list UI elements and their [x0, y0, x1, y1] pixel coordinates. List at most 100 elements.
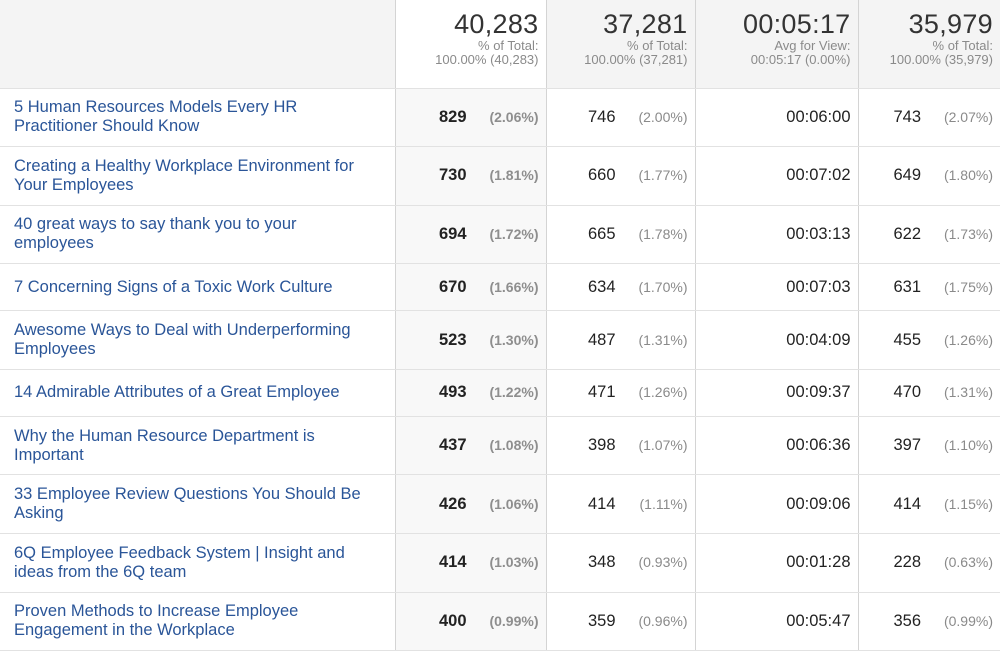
- metric-2-cell: 359 (0.96%): [546, 592, 696, 652]
- metric-4-percent: (2.07%): [943, 108, 993, 125]
- metric-3-value: 00:04:09: [786, 330, 851, 349]
- page-title-cell: 5 Human Resources Models Every HR Practi…: [0, 88, 396, 148]
- table-row: 6Q Employee Feedback System | Insight an…: [0, 533, 1000, 593]
- metric-2-cell: 471 (1.26%): [546, 369, 696, 417]
- summary-metric-3: 00:05:17 Avg for View: 00:05:17 (0.00%): [695, 0, 859, 89]
- metric-1-percent: (1.30%): [489, 331, 539, 348]
- page-title-link[interactable]: Awesome Ways to Deal with Underperformin…: [14, 321, 351, 358]
- metric-2-percent: (0.96%): [638, 612, 688, 629]
- metric-1-percent: (1.22%): [489, 384, 539, 401]
- page-title-link[interactable]: 6Q Employee Feedback System | Insight an…: [14, 544, 345, 581]
- summary-detail: 00:05:17 (0.00%): [750, 52, 851, 67]
- metric-2-percent: (1.70%): [638, 278, 688, 295]
- metric-2-cell: 634 (1.70%): [546, 263, 696, 312]
- metric-1-percent: (1.66%): [489, 278, 539, 295]
- page-title-cell: 6Q Employee Feedback System | Insight an…: [0, 533, 396, 593]
- page-title-link[interactable]: Why the Human Resource Department is Imp…: [14, 427, 315, 464]
- metric-4-value: 397: [893, 436, 921, 455]
- metric-2-value: 414: [587, 494, 616, 513]
- metric-1-value: 437: [438, 436, 467, 455]
- metric-4-cell: 414 (1.15%): [858, 474, 1000, 535]
- metric-3-value: 00:03:13: [786, 224, 851, 243]
- metric-4-value: 743: [893, 107, 921, 126]
- metric-1-value: 694: [438, 224, 467, 243]
- metric-3-value: 00:06:00: [786, 107, 851, 126]
- metric-1-cell: 414 (1.03%): [395, 533, 547, 593]
- metric-2-value: 746: [587, 107, 616, 126]
- metric-4-percent: (1.26%): [943, 331, 993, 348]
- metric-4-cell: 455 (1.26%): [858, 310, 1000, 370]
- metric-2-percent: (2.00%): [638, 108, 688, 125]
- metric-4-value: 228: [893, 553, 921, 572]
- metric-3-cell: 00:04:09: [695, 310, 859, 370]
- metric-1-cell: 426 (1.06%): [395, 474, 547, 535]
- metric-1-percent: (1.03%): [489, 554, 539, 571]
- page-title-link[interactable]: 5 Human Resources Models Every HR Practi…: [14, 98, 297, 135]
- table-row: Why the Human Resource Department is Imp…: [0, 416, 1000, 476]
- metric-2-cell: 487 (1.31%): [546, 310, 696, 370]
- metric-1-cell: 829 (2.06%): [395, 88, 547, 148]
- metric-2-cell: 665 (1.78%): [546, 205, 696, 265]
- metric-3-value: 00:01:28: [786, 553, 851, 572]
- metric-3-cell: 00:06:00: [695, 88, 859, 148]
- table-row: 33 Employee Review Questions You Should …: [0, 474, 1000, 535]
- summary-detail: 100.00% (40,283): [435, 52, 539, 67]
- metric-2-cell: 348 (0.93%): [546, 533, 696, 593]
- metric-2-value: 665: [587, 224, 616, 243]
- page-title-link[interactable]: 33 Employee Review Questions You Should …: [14, 485, 361, 522]
- metric-4-value: 455: [893, 330, 921, 349]
- metric-1-percent: (0.99%): [489, 612, 539, 629]
- page-title-cell: 33 Employee Review Questions You Should …: [0, 474, 396, 535]
- metric-2-percent: (1.78%): [638, 225, 688, 242]
- metric-1-value: 426: [438, 494, 467, 513]
- metric-1-value: 414: [438, 553, 467, 572]
- metric-2-percent: (0.93%): [638, 554, 688, 571]
- metric-4-cell: 397 (1.10%): [858, 416, 1000, 476]
- metric-1-cell: 400 (0.99%): [395, 592, 547, 652]
- summary-total: 35,979: [908, 9, 993, 39]
- metric-1-percent: (2.06%): [489, 108, 539, 125]
- metric-2-value: 471: [587, 383, 616, 402]
- metric-2-percent: (1.31%): [638, 331, 688, 348]
- metric-1-value: 400: [438, 611, 467, 630]
- summary-metric-4: 35,979 % of Total: 100.00% (35,979): [858, 0, 1000, 89]
- metric-1-cell: 670 (1.66%): [395, 263, 547, 312]
- summary-label: Avg for View:: [774, 38, 851, 53]
- page-title-link[interactable]: 14 Admirable Attributes of a Great Emplo…: [14, 383, 340, 401]
- page-title-cell: 7 Concerning Signs of a Toxic Work Cultu…: [0, 263, 396, 312]
- metric-1-cell: 730 (1.81%): [395, 146, 547, 206]
- metric-4-percent: (1.31%): [943, 384, 993, 401]
- metric-4-cell: 470 (1.31%): [858, 369, 1000, 417]
- page-title-link[interactable]: 40 great ways to say thank you to your e…: [14, 215, 297, 252]
- metric-4-percent: (1.10%): [943, 437, 993, 454]
- metric-3-cell: 00:05:47: [695, 592, 859, 652]
- metric-2-percent: (1.77%): [638, 167, 688, 184]
- summary-metric-2: 37,281 % of Total: 100.00% (37,281): [546, 0, 696, 89]
- metric-4-cell: 631 (1.75%): [858, 263, 1000, 312]
- table-row: Creating a Healthy Workplace Environment…: [0, 146, 1000, 206]
- page-title-cell: 14 Admirable Attributes of a Great Emplo…: [0, 369, 396, 417]
- page-title-cell: Why the Human Resource Department is Imp…: [0, 416, 396, 476]
- metric-1-cell: 437 (1.08%): [395, 416, 547, 476]
- page-title-cell: 40 great ways to say thank you to your e…: [0, 205, 396, 265]
- page-title-link[interactable]: Proven Methods to Increase Employee Enga…: [14, 602, 298, 639]
- metric-2-cell: 746 (2.00%): [546, 88, 696, 148]
- metric-4-cell: 649 (1.80%): [858, 146, 1000, 206]
- summary-total: 00:05:17: [743, 9, 851, 39]
- metric-2-cell: 414 (1.11%): [546, 474, 696, 535]
- metric-3-cell: 00:07:02: [695, 146, 859, 206]
- metric-4-percent: (1.80%): [943, 167, 993, 184]
- metric-3-cell: 00:09:37: [695, 369, 859, 417]
- table-row: 40 great ways to say thank you to your e…: [0, 205, 1000, 265]
- page-title-link[interactable]: 7 Concerning Signs of a Toxic Work Cultu…: [14, 278, 333, 296]
- metric-1-percent: (1.81%): [489, 167, 539, 184]
- metric-2-value: 660: [587, 166, 616, 185]
- metric-2-cell: 398 (1.07%): [546, 416, 696, 476]
- metric-4-percent: (1.75%): [943, 278, 993, 295]
- summary-total: 37,281: [603, 9, 688, 39]
- page-title-link[interactable]: Creating a Healthy Workplace Environment…: [14, 157, 354, 194]
- dimension-header: [0, 0, 396, 89]
- metric-2-value: 634: [587, 277, 616, 296]
- metric-4-cell: 228 (0.63%): [858, 533, 1000, 593]
- metric-4-percent: (1.73%): [943, 225, 993, 242]
